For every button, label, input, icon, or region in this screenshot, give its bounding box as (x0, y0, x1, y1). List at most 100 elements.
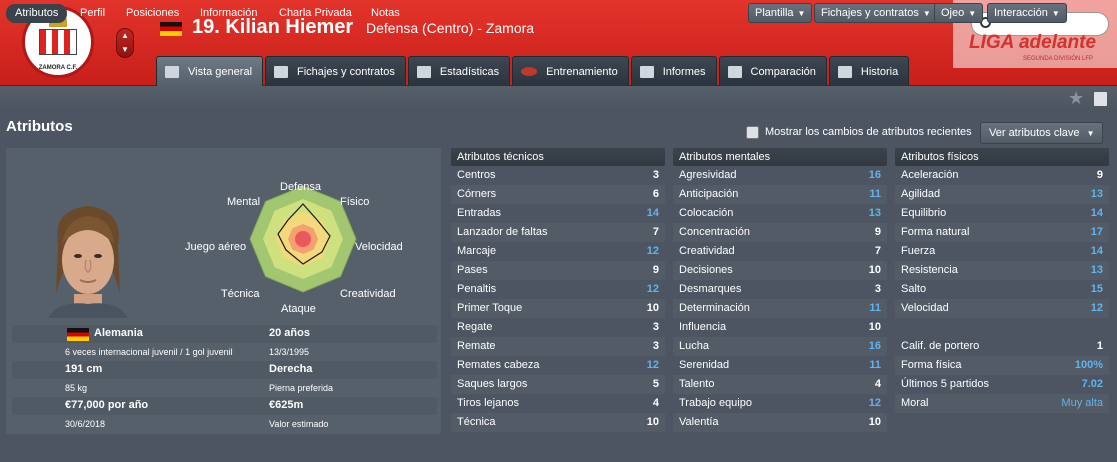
attribute-row[interactable]: Anticipación 11 (673, 185, 887, 204)
club-badge-text: ZAMORA C.F. (38, 65, 78, 71)
attribute-value: 12 (646, 245, 659, 257)
star-icon[interactable]: ★ (1068, 88, 1084, 109)
attribute-name: Resistencia (901, 264, 958, 276)
attribute-row[interactable]: Regate 3 (451, 318, 665, 337)
tab-estadisticas[interactable]: Estadísticas (407, 56, 511, 86)
attribute-row[interactable]: Primer Toque 10 (451, 299, 665, 318)
attribute-value: 17 (1090, 226, 1103, 238)
attribute-name: Últimos 5 partidos (901, 378, 990, 390)
attribute-row[interactable]: Lanzador de faltas 7 (451, 223, 665, 242)
attribute-row[interactable]: Serenidad 11 (673, 356, 887, 375)
attribute-value: 9 (874, 226, 881, 238)
arrow-up-icon[interactable]: ▲ (117, 29, 133, 43)
tab-entrenamiento[interactable]: Entrenamiento (512, 56, 629, 86)
player-navigation-arrows[interactable]: ▲ ▼ (116, 28, 134, 58)
attribute-row[interactable]: Aceleración 9 (895, 166, 1109, 185)
attribute-row[interactable]: Moral Muy alta (895, 394, 1109, 413)
attribute-row[interactable]: Pases 9 (451, 261, 665, 280)
chevron-down-icon: ▼ (1086, 129, 1095, 138)
attribute-row[interactable]: Influencia 10 (673, 318, 887, 337)
attribute-name: Centros (457, 169, 496, 181)
attribute-name: Colocación (679, 207, 734, 219)
subnav-charla-privada[interactable]: Charla Privada (279, 4, 352, 23)
attribute-name: Salto (901, 283, 927, 295)
attribute-value: 12 (646, 283, 659, 295)
plantilla-dropdown[interactable]: Plantilla ▼ (748, 3, 813, 23)
attribute-row[interactable]: Desmarques 3 (673, 280, 887, 299)
subnav-notas[interactable]: Notas (371, 4, 400, 23)
fichajes-dropdown[interactable]: Fichajes y contratos ▼ (814, 3, 938, 23)
key-attributes-button[interactable]: Ver atributos clave ▼ (980, 122, 1104, 144)
interaccion-dropdown[interactable]: Interacción ▼ (987, 3, 1067, 23)
attribute-row[interactable]: Creatividad 7 (673, 242, 887, 261)
radar-label-fisico: Físico (340, 196, 370, 208)
attribute-row[interactable]: Centros 3 (451, 166, 665, 185)
attribute-row[interactable]: Agilidad 13 (895, 185, 1109, 204)
attribute-row[interactable]: Tiros lejanos 4 (451, 394, 665, 413)
attribute-value: 10 (868, 264, 881, 276)
attribute-row[interactable]: Agresividad 16 (673, 166, 887, 185)
recent-changes-checkbox[interactable] (746, 126, 759, 139)
attribute-row[interactable]: Colocación 13 (673, 204, 887, 223)
tab-historia[interactable]: Historia (828, 56, 910, 86)
dropdown-label: Ojeo (941, 7, 965, 19)
attribute-row[interactable]: Resistencia 13 (895, 261, 1109, 280)
attribute-row[interactable]: Lucha 16 (673, 337, 887, 356)
attribute-name: Anticipación (679, 188, 739, 200)
attribute-value: 12 (646, 359, 659, 371)
add-note-icon[interactable] (1094, 92, 1107, 106)
attribute-value: 14 (646, 207, 659, 219)
attribute-row[interactable]: Forma física 100% (895, 356, 1109, 375)
preferred-foot-label: Pierna preferida (269, 383, 334, 393)
attribute-row[interactable]: Fuerza 14 (895, 242, 1109, 261)
subnav-informacion[interactable]: Información (200, 4, 257, 23)
attribute-row[interactable]: Talento 4 (673, 375, 887, 394)
attribute-row[interactable]: Penaltis 12 (451, 280, 665, 299)
tab-comparacion[interactable]: Comparación (718, 56, 827, 86)
attribute-name: Forma física (901, 359, 962, 371)
tab-vista-general[interactable]: Vista general (156, 56, 264, 86)
attribute-row[interactable]: Córners 6 (451, 185, 665, 204)
attribute-name: Trabajo equipo (679, 397, 752, 409)
attribute-value: 15 (1090, 283, 1103, 295)
attribute-row[interactable]: Forma natural 17 (895, 223, 1109, 242)
info-row-wage: €77,000 por año €625m (12, 397, 437, 415)
attribute-row[interactable]: Valentía 10 (673, 413, 887, 432)
attribute-value: 11 (869, 359, 881, 371)
contract-end: 30/6/2018 (65, 419, 106, 429)
attribute-row[interactable]: Equilibrio 14 (895, 204, 1109, 223)
attribute-row[interactable]: Técnica 10 (451, 413, 665, 432)
attribute-row[interactable]: Marcaje 12 (451, 242, 665, 261)
attribute-row[interactable]: Entradas 14 (451, 204, 665, 223)
tab-fichajes[interactable]: Fichajes y contratos (265, 56, 406, 86)
attribute-row[interactable]: Calif. de portero 1 (895, 337, 1109, 356)
subnav-perfil[interactable]: Perfil (80, 4, 105, 23)
tab-label: Vista general (188, 65, 253, 78)
attribute-name: Aceleración (901, 169, 959, 181)
attribute-row[interactable]: Remates cabeza 12 (451, 356, 665, 375)
attribute-row[interactable]: Remate 3 (451, 337, 665, 356)
tab-informes[interactable]: Informes (630, 56, 717, 86)
attribute-value: 13 (868, 207, 881, 219)
attribute-row[interactable]: Trabajo equipo 12 (673, 394, 887, 413)
attribute-row[interactable]: Salto 15 (895, 280, 1109, 299)
subnav-posiciones[interactable]: Posiciones (126, 4, 179, 23)
attribute-name: Calif. de portero (901, 340, 980, 352)
subnav-atributos[interactable]: Atributos (6, 4, 68, 23)
technical-attributes-panel: Atributos técnicos Centros 3 Córners 6 Entra… (451, 148, 665, 432)
attribute-value: 7 (874, 245, 881, 257)
attribute-name: Serenidad (679, 359, 730, 371)
attribute-row[interactable]: Determinación 11 (673, 299, 887, 318)
nationality-value[interactable]: Alemania (94, 327, 143, 339)
arrow-down-icon[interactable]: ▼ (117, 43, 133, 57)
attribute-row[interactable]: Saques largos 5 (451, 375, 665, 394)
attribute-name: Lanzador de faltas (457, 226, 548, 238)
attribute-row[interactable]: Últimos 5 partidos 7.02 (895, 375, 1109, 394)
button-label: Ver atributos clave (989, 127, 1080, 139)
attribute-name: Lucha (679, 340, 709, 352)
attribute-value: 12 (868, 397, 881, 409)
attribute-row[interactable]: Decisiones 10 (673, 261, 887, 280)
attribute-row[interactable]: Concentración 9 (673, 223, 887, 242)
ojeo-dropdown[interactable]: Ojeo ▼ (934, 3, 984, 23)
attribute-row[interactable]: Velocidad 12 (895, 299, 1109, 318)
